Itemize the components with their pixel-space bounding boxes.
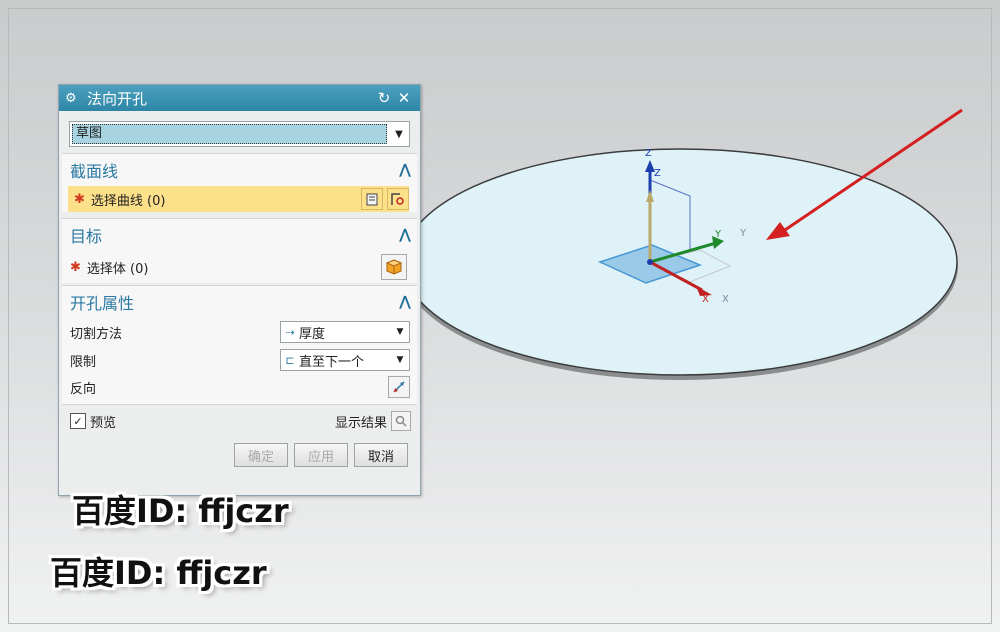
- graphics-viewport[interactable]: Z Z Y Y X X ⚙ 法向开孔 ↻ ✕ 草图 ▼ 截面线 ⋀ ✱ 选择曲线…: [0, 0, 1000, 632]
- required-star-icon: ✱: [70, 259, 81, 275]
- gear-icon[interactable]: ⚙: [65, 91, 81, 106]
- x-axis-label: X: [702, 294, 709, 305]
- chevron-down-icon[interactable]: ▼: [391, 327, 409, 337]
- limit-row: 限制 ⊏ 直至下一个 ▼: [62, 346, 417, 374]
- origin-point: [647, 259, 653, 265]
- reverse-row: 反向: [62, 374, 417, 400]
- cut-method-row: 切割方法 ⇢ 厚度 ▼: [62, 318, 417, 346]
- required-star-icon: ✱: [74, 191, 85, 207]
- thickness-icon: ⇢: [285, 325, 295, 339]
- select-body-label: 选择体 (0): [86, 261, 149, 277]
- cut-method-select[interactable]: ⇢ 厚度 ▼: [280, 321, 410, 343]
- preview-label: 预览: [90, 415, 117, 431]
- select-curve-label: 选择曲线 (0): [90, 193, 166, 209]
- limit-label: 限制: [70, 354, 97, 370]
- show-result-label[interactable]: 显示结果: [335, 412, 387, 431]
- solid-body-icon[interactable]: [381, 254, 407, 280]
- type-select[interactable]: 草图 ▼: [69, 121, 410, 147]
- preview-checkbox[interactable]: ✓: [70, 413, 86, 429]
- section-curve-group: 截面线 ⋀ ✱ 选择曲线 (0): [62, 153, 417, 212]
- target-title: 目标: [70, 227, 103, 246]
- dialog-titlebar[interactable]: ⚙ 法向开孔 ↻ ✕: [59, 85, 420, 111]
- y-axis-label: Y: [714, 229, 722, 240]
- close-icon[interactable]: ✕: [394, 89, 414, 107]
- reset-icon[interactable]: ↻: [374, 89, 394, 107]
- cut-method-value: 厚度: [299, 326, 326, 342]
- target-group: 目标 ⋀ ✱ 选择体 (0): [62, 218, 417, 283]
- section-curve-title: 截面线: [70, 162, 119, 181]
- until-next-icon: ⊏: [285, 353, 295, 367]
- target-header[interactable]: 目标 ⋀: [62, 219, 417, 251]
- cancel-button[interactable]: 取消: [354, 443, 408, 467]
- chevron-down-icon[interactable]: ▼: [389, 129, 409, 140]
- collapse-caret-icon[interactable]: ⋀: [393, 162, 417, 178]
- select-curve-row[interactable]: ✱ 选择曲线 (0): [68, 186, 409, 212]
- cut-method-label: 切割方法: [70, 326, 123, 342]
- limit-select[interactable]: ⊏ 直至下一个 ▼: [280, 349, 410, 371]
- dialog-title: 法向开孔: [87, 89, 148, 108]
- reverse-label: 反向: [70, 381, 97, 397]
- type-select-value: 草图: [72, 124, 387, 144]
- section-curve-header[interactable]: 截面线 ⋀: [62, 154, 417, 186]
- select-body-row[interactable]: ✱ 选择体 (0): [62, 251, 417, 283]
- magnifier-icon[interactable]: [391, 411, 411, 431]
- collapse-caret-icon[interactable]: ⋀: [393, 294, 417, 310]
- y-axis-label-2: Y: [739, 228, 747, 239]
- watermark-1: 百度ID: ffjczr: [72, 492, 289, 530]
- hole-properties-header[interactable]: 开孔属性 ⋀: [62, 286, 417, 318]
- ok-button[interactable]: 确定: [234, 443, 288, 467]
- z-axis-label: Z: [645, 148, 652, 159]
- chevron-down-icon[interactable]: ▼: [391, 355, 409, 365]
- reverse-direction-icon[interactable]: [388, 376, 410, 398]
- z-axis-label-2: Z: [654, 168, 661, 179]
- preview-row: ✓ 预览 显示结果: [62, 404, 417, 437]
- x-axis-label-2: X: [722, 294, 729, 305]
- hole-properties-group: 开孔属性 ⋀ 切割方法 ⇢ 厚度 ▼ 限制 ⊏ 直至下一个 ▼ 反向: [62, 285, 417, 404]
- collapse-caret-icon[interactable]: ⋀: [393, 227, 417, 243]
- watermark-2: 百度ID: ffjczr: [50, 554, 267, 592]
- apply-button[interactable]: 应用: [294, 443, 348, 467]
- hole-properties-title: 开孔属性: [70, 294, 135, 313]
- curve-select-icon[interactable]: [387, 188, 409, 210]
- normal-cutout-dialog: ⚙ 法向开孔 ↻ ✕ 草图 ▼ 截面线 ⋀ ✱ 选择曲线 (0) 目标 ⋀ ✱ …: [58, 84, 421, 496]
- limit-value: 直至下一个: [299, 354, 365, 370]
- sketch-section-icon[interactable]: [361, 188, 383, 210]
- dialog-button-row: 确定 应用 取消: [59, 437, 420, 467]
